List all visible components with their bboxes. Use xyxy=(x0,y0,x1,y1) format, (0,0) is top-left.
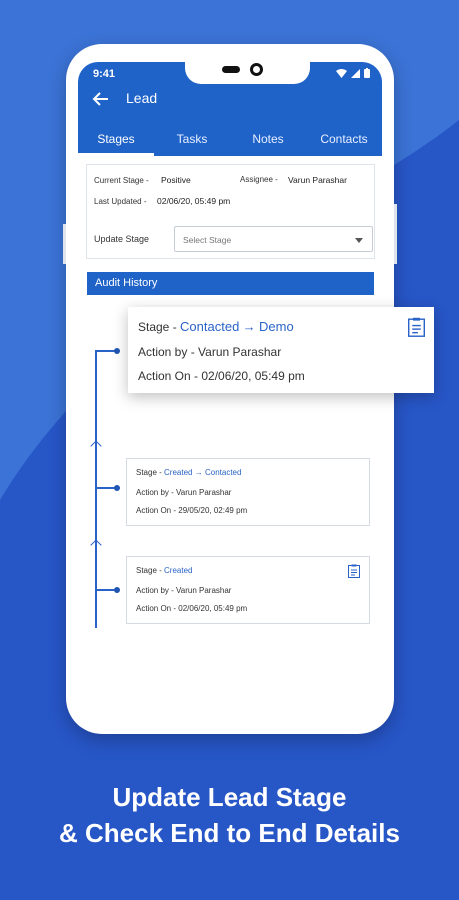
action-on-value: 29/05/20, 02:49 pm xyxy=(178,506,248,515)
document-icon[interactable] xyxy=(348,564,360,578)
arrow-icon: → xyxy=(242,319,256,334)
action-on-row: Action On - 02/06/20, 05:49 pm xyxy=(136,604,247,613)
wifi-icon xyxy=(336,68,347,78)
back-arrow-icon[interactable] xyxy=(92,90,110,108)
arrow-icon: → xyxy=(194,468,203,477)
action-by-label: Action by - xyxy=(136,586,174,595)
assignee-value: Varun Parashar xyxy=(288,175,347,185)
audit-entry[interactable]: Stage - Created Action by - Varun Parash… xyxy=(126,556,370,624)
speaker-icon xyxy=(222,66,240,73)
stage-select-placeholder: Select Stage xyxy=(183,235,232,245)
action-on-value: 02/06/20, 05:49 pm xyxy=(178,604,248,613)
stage-from: Contacted xyxy=(180,319,240,334)
action-by-value: Varun Parashar xyxy=(176,586,232,595)
tab-notes[interactable]: Notes xyxy=(230,122,306,156)
action-by-value: Varun Parashar xyxy=(176,488,232,497)
status-time: 9:41 xyxy=(93,68,116,80)
action-by-label: Action by - xyxy=(136,488,174,497)
page-title: Lead xyxy=(126,90,158,106)
current-stage-label: Current Stage - xyxy=(94,176,149,185)
action-by-label: Action by - xyxy=(138,345,195,359)
assignee-label: Assignee - xyxy=(240,175,278,184)
action-on-label: Action On - xyxy=(136,604,177,613)
current-stage-value: Positive xyxy=(161,175,191,185)
audit-history-header: Audit History xyxy=(87,272,374,295)
timeline-dot xyxy=(114,348,120,354)
action-on-label: Action On - xyxy=(138,369,199,383)
action-by-row: Action by - Varun Parashar xyxy=(136,586,231,595)
timeline-dot xyxy=(114,485,120,491)
stage-label: Stage - xyxy=(138,320,177,334)
lead-info-card: Current Stage - Positive Assignee - Varu… xyxy=(86,164,375,259)
timeline-line xyxy=(95,350,97,628)
stage-label: Stage - xyxy=(136,566,162,575)
last-updated-label: Last Updated - xyxy=(94,197,147,206)
action-by-row: Action by - Varun Parashar xyxy=(138,345,281,359)
stage-label: Stage - xyxy=(136,468,162,477)
update-stage-label: Update Stage xyxy=(94,234,150,244)
stage-from: Created xyxy=(164,566,193,575)
app-bar: 9:41 Lead Stages Tasks Notes Contacts xyxy=(78,62,382,156)
tab-stages[interactable]: Stages xyxy=(78,122,154,156)
chevron-down-icon xyxy=(355,238,363,243)
action-by-row: Action by - Varun Parashar xyxy=(136,488,231,497)
document-icon[interactable] xyxy=(408,317,425,337)
action-on-row: Action On - 29/05/20, 02:49 pm xyxy=(136,506,247,515)
stage-row: Stage - Contacted → Demo xyxy=(138,319,294,334)
status-icons xyxy=(336,68,370,78)
action-by-value: Varun Parashar xyxy=(198,345,282,359)
up-arrow-icon xyxy=(90,440,102,452)
action-on-value: 02/06/20, 05:49 pm xyxy=(201,369,305,383)
tab-tasks[interactable]: Tasks xyxy=(154,122,230,156)
signal-icon xyxy=(351,68,360,78)
notch xyxy=(185,62,310,84)
action-on-row: Action On - 02/06/20, 05:49 pm xyxy=(138,369,305,383)
action-on-label: Action On - xyxy=(136,506,177,515)
audit-entry-highlight[interactable]: Stage - Contacted → Demo Action by - Var… xyxy=(128,307,434,393)
stage-to: Contacted xyxy=(204,468,242,477)
tab-contacts[interactable]: Contacts xyxy=(306,122,382,156)
up-arrow-icon xyxy=(90,539,102,551)
timeline-dot xyxy=(114,587,120,593)
tab-bar: Stages Tasks Notes Contacts xyxy=(78,122,382,156)
stage-row: Stage - Created xyxy=(136,566,193,575)
stage-select[interactable]: Select Stage xyxy=(174,226,373,252)
stage-from: Created xyxy=(164,468,193,477)
stage-row: Stage - Created → Contacted xyxy=(136,468,241,477)
volume-button xyxy=(63,224,66,264)
audit-entry[interactable]: Stage - Created → Contacted Action by - … xyxy=(126,458,370,526)
caption-line-2: & Check End to End Details xyxy=(59,818,400,848)
last-updated-value: 02/06/20, 05:49 pm xyxy=(157,196,231,206)
stage-to: Demo xyxy=(259,319,294,334)
caption-line-1: Update Lead Stage xyxy=(112,782,347,812)
camera-icon xyxy=(250,63,263,76)
battery-icon xyxy=(364,68,370,78)
power-button xyxy=(394,204,397,264)
